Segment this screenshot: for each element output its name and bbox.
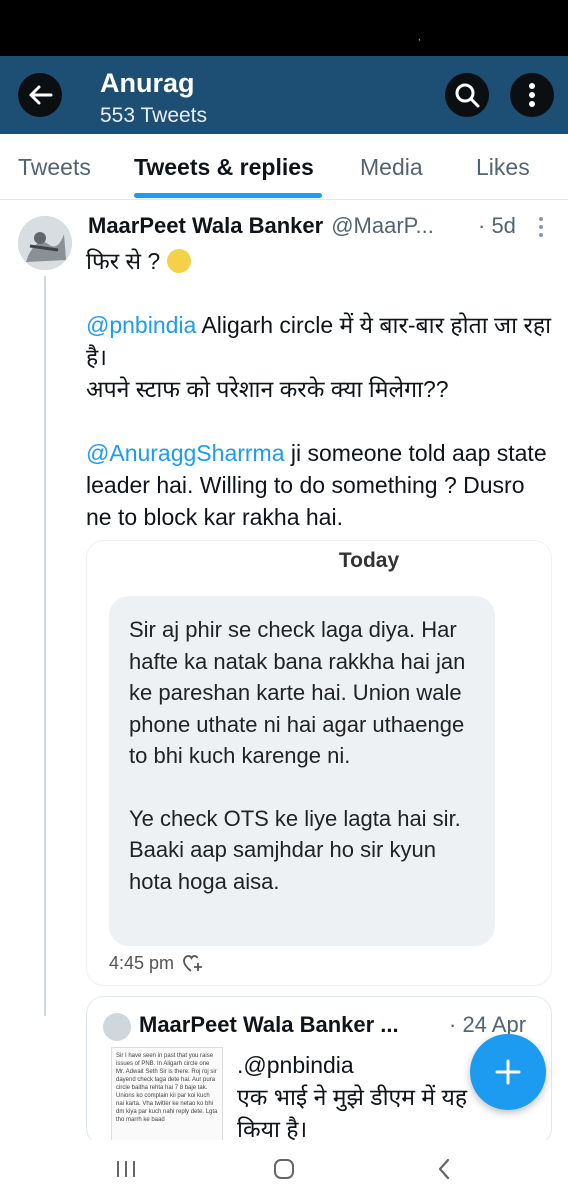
tweet-header: MaarPeet Wala Banker @MaarP... — [88, 213, 434, 243]
active-tab-indicator — [134, 193, 322, 198]
home-button[interactable] — [264, 1154, 304, 1184]
tweet-count: 553 Tweets — [100, 104, 208, 127]
chat-time-row: 4:45 pm — [109, 953, 204, 974]
more-options-button[interactable] — [510, 73, 554, 117]
search-button[interactable] — [445, 73, 489, 117]
mention-link[interactable]: @pnbindia — [86, 312, 196, 338]
search-icon — [455, 83, 480, 108]
tab-likes[interactable]: Likes — [476, 154, 530, 181]
face-rolling-eyes-icon — [166, 249, 191, 273]
tweet-line-1: फिर से ? — [86, 248, 161, 274]
thread-line — [44, 276, 46, 1016]
quoted-image-thumbnail: Sir I have seen in past that you raise i… — [111, 1047, 223, 1145]
avatar-image — [18, 216, 72, 270]
back-button[interactable] — [18, 73, 62, 117]
tab-media[interactable]: Media — [360, 154, 423, 181]
author-name[interactable]: MaarPeet Wala Banker — [88, 213, 323, 239]
quoted-avatar — [103, 1013, 131, 1041]
back-nav-button[interactable] — [424, 1154, 464, 1184]
compose-button[interactable] — [470, 1034, 546, 1110]
tweet-paragraph-2b: अपने स्टाफ को परेशान करके क्या मिलेगा?? — [86, 376, 449, 402]
attached-image[interactable]: Today Sir aj phir se check laga diya. Ha… — [86, 540, 552, 986]
more-vertical-icon — [529, 83, 535, 107]
profile-header: Anurag 553 Tweets — [0, 56, 568, 134]
system-navigation-bar — [0, 1140, 568, 1200]
plus-icon — [495, 1059, 521, 1085]
recent-apps-icon — [117, 1161, 135, 1177]
profile-name: Anurag — [100, 68, 195, 98]
tab-tweets-replies[interactable]: Tweets & replies — [134, 154, 314, 181]
recent-apps-button[interactable] — [106, 1154, 146, 1184]
chat-time: 4:45 pm — [109, 953, 175, 973]
arrow-left-icon — [29, 85, 53, 105]
chat-bubble: Sir aj phir se check laga diya. Har haft… — [109, 596, 495, 946]
tab-tweets[interactable]: Tweets — [18, 154, 91, 181]
avatar[interactable] — [18, 216, 72, 270]
add-reaction-icon — [183, 954, 203, 972]
chevron-left-icon — [438, 1158, 450, 1180]
author-handle[interactable]: @MaarP... — [331, 213, 434, 239]
home-icon — [274, 1159, 294, 1179]
more-vertical-icon[interactable] — [536, 216, 546, 238]
chat-message-1: Sir aj phir se check laga diya. Har haft… — [129, 617, 466, 768]
profile-tabs: Tweets Tweets & replies Media Likes — [0, 134, 568, 200]
tweet-time: · 5d — [478, 213, 516, 238]
chat-day-label: Today — [338, 549, 400, 572]
quoted-author: MaarPeet Wala Banker ... — [139, 1012, 399, 1037]
status-indicator: , — [418, 32, 421, 43]
tweet-text: फिर से ? @pnbindia Aligarh circle में ये… — [86, 245, 556, 533]
mention-link[interactable]: @AnuraggSharrma — [86, 440, 285, 466]
status-bar: , — [0, 0, 568, 56]
chat-message-2: Ye check OTS ke liye lagta hai sir. Baak… — [129, 805, 461, 894]
